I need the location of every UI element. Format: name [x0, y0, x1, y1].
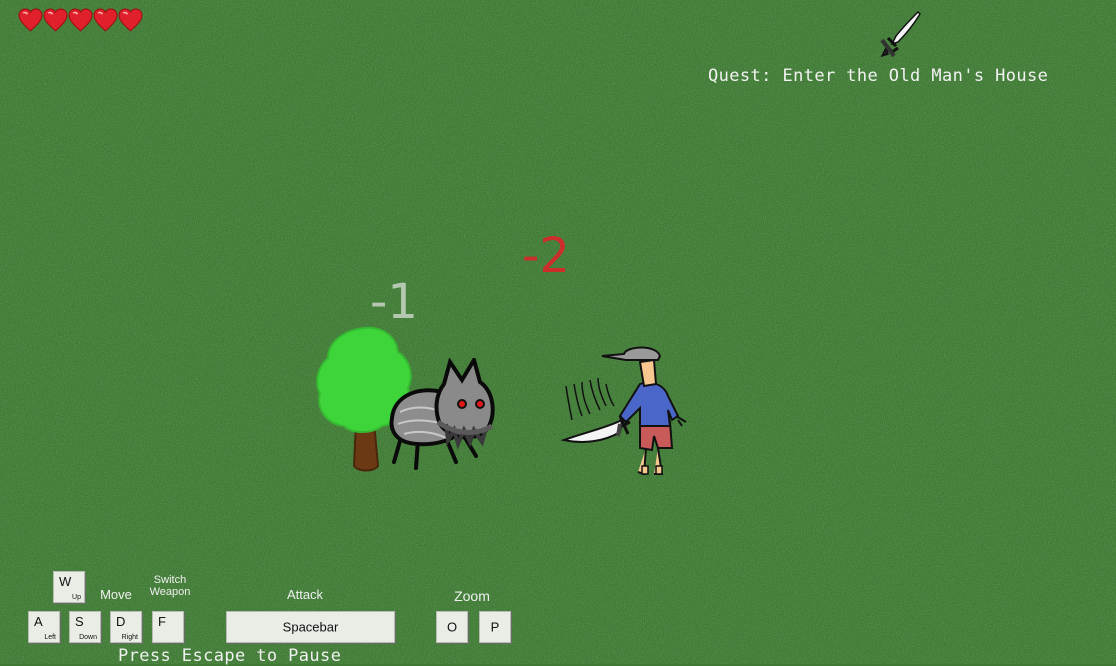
key-f-switch-weapon: F: [152, 611, 184, 643]
key-s-down: S Down: [69, 611, 101, 643]
key-main-label: A: [34, 614, 43, 629]
heart-icon: [93, 8, 118, 32]
enemy-damage-number: -1: [370, 274, 418, 330]
key-sub-label: Left: [44, 634, 56, 641]
key-main-label: P: [490, 619, 500, 635]
move-label: Move: [100, 587, 132, 602]
key-a-left: A Left: [28, 611, 60, 643]
heart-icon: [43, 8, 68, 32]
sword-icon: [880, 10, 921, 58]
key-main-label: S: [75, 614, 84, 629]
key-main-label: Spacebar: [282, 619, 339, 635]
health-bar: [18, 8, 143, 33]
heart-icon: [118, 8, 143, 32]
key-o-zoom-out: O: [436, 611, 468, 643]
key-w-up: W Up: [53, 571, 85, 603]
player-with-sword-sprite: [560, 346, 687, 476]
key-sub-label: Up: [72, 594, 81, 601]
key-main-label: D: [116, 614, 126, 629]
key-main-label: F: [158, 614, 166, 629]
zoom-label: Zoom: [454, 588, 490, 604]
grass-background: [0, 0, 1116, 664]
key-d-right: D Right: [110, 611, 142, 643]
key-spacebar-attack: Spacebar: [226, 611, 395, 643]
key-main-label: O: [446, 619, 458, 635]
quest-text: Quest: Enter the Old Man's House: [708, 66, 1049, 86]
key-main-label: W: [59, 574, 72, 589]
heart-icon: [68, 8, 93, 32]
attack-label: Attack: [286, 587, 324, 602]
heart-icon: [18, 8, 43, 32]
key-sub-label: Right: [121, 634, 138, 641]
pause-hint: Press Escape to Pause: [118, 646, 342, 666]
wolf-creature-sprite: [389, 358, 495, 470]
key-sub-label: Down: [79, 634, 97, 641]
switch-weapon-label: Switch Weapon: [149, 574, 191, 598]
player-damage-number: -2: [522, 228, 570, 284]
key-p-zoom-in: P: [479, 611, 511, 643]
